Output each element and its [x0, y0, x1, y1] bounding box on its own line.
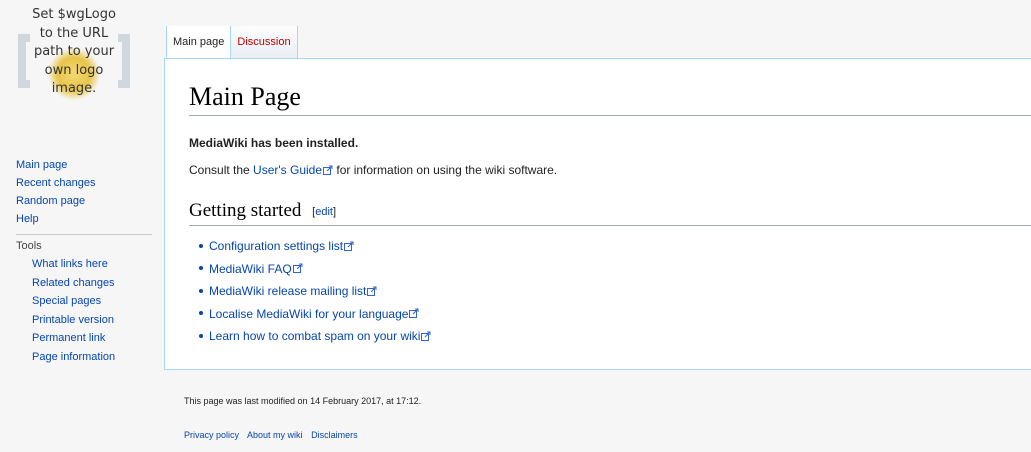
- link-label: Configuration settings list: [209, 239, 344, 253]
- external-link-icon: [323, 165, 333, 175]
- link-label: MediaWiki release mailing list: [209, 284, 367, 298]
- list-item: Localise MediaWiki for your language: [199, 303, 431, 326]
- last-modified-text: This page was last modified on 14 Februa…: [184, 396, 422, 406]
- tools-item-page-information[interactable]: Page information: [16, 348, 156, 367]
- external-link-icon: [421, 331, 431, 341]
- consult-paragraph: Consult the User's Guide for information…: [189, 163, 557, 177]
- users-guide-link[interactable]: User's Guide: [253, 163, 333, 177]
- external-link-icon: [409, 308, 419, 319]
- bullet-icon: [199, 266, 203, 271]
- external-link-icon: [292, 263, 303, 274]
- tab-discussion[interactable]: Discussion: [231, 26, 298, 58]
- list-item: Learn how to combat spam on your wiki: [199, 325, 431, 348]
- link-mediawiki-faq[interactable]: MediaWiki FAQ: [209, 262, 303, 276]
- section-heading: Getting started [edit]: [189, 199, 1031, 226]
- tools-item-related-changes[interactable]: Related changes: [16, 274, 156, 293]
- users-guide-link-label: User's Guide: [253, 163, 323, 177]
- link-label: MediaWiki FAQ: [209, 261, 292, 276]
- bullet-icon: [199, 243, 203, 248]
- edit-section-link[interactable]: edit: [315, 206, 333, 218]
- tools-item-special-pages[interactable]: Special pages: [16, 292, 156, 311]
- list-item: MediaWiki FAQ: [199, 258, 431, 281]
- external-link-icon: [344, 241, 354, 251]
- link-localise-mediawiki[interactable]: Localise MediaWiki for your language: [209, 307, 419, 321]
- sidebar-item-recent-changes[interactable]: Recent changes: [16, 174, 156, 192]
- content-area: Main Page MediaWiki has been installed. …: [164, 58, 1031, 370]
- link-release-mailing-list[interactable]: MediaWiki release mailing list: [209, 284, 377, 298]
- footer-link-disclaimers[interactable]: Disclaimers: [311, 430, 358, 440]
- link-configuration-settings[interactable]: Configuration settings list: [209, 239, 354, 253]
- logo-line: Set $wgLogo: [32, 7, 116, 22]
- link-label: Localise MediaWiki for your language: [209, 306, 409, 321]
- installed-message: MediaWiki has been installed.: [189, 136, 359, 150]
- sidebar-item-random-page[interactable]: Random page: [16, 192, 156, 210]
- tools-item-what-links-here[interactable]: What links here: [16, 255, 156, 274]
- sidebar-divider: [16, 234, 152, 235]
- logo-line: image.: [51, 81, 97, 96]
- edit-bracket-close: ]: [332, 205, 337, 218]
- tab-main-page[interactable]: Main page: [166, 26, 232, 58]
- section-heading-text: Getting started: [189, 200, 302, 221]
- bullet-icon: [199, 288, 203, 293]
- link-label: Learn how to combat spam on your wiki: [209, 329, 421, 343]
- edit-section: [edit]: [312, 206, 336, 218]
- tools-item-permanent-link[interactable]: Permanent link: [16, 329, 156, 348]
- bullet-icon: [199, 311, 203, 316]
- consult-text-before: Consult the: [189, 163, 254, 177]
- sidebar-item-help[interactable]: Help: [16, 210, 156, 228]
- logo-line: own logo: [44, 62, 104, 78]
- logo-line: path to your: [33, 44, 115, 59]
- bullet-icon: [199, 333, 203, 338]
- logo-line: to the URL: [39, 25, 109, 41]
- getting-started-list: Configuration settings list MediaWiki FA…: [199, 235, 431, 348]
- consult-text-after: for information on using the wiki softwa…: [333, 163, 558, 177]
- logo-placeholder-text: Set $wgLogo to the URL path to your own …: [8, 6, 140, 99]
- page-tabs: Main page Discussion: [166, 26, 298, 58]
- footer-links: Privacy policy About my wiki Disclaimers: [184, 430, 364, 440]
- link-combat-spam[interactable]: Learn how to combat spam on your wiki: [209, 329, 431, 343]
- sidebar: Main page Recent changes Random page Hel…: [16, 156, 156, 366]
- external-link-icon: [367, 286, 377, 296]
- footer: This page was last modified on 14 Februa…: [184, 396, 421, 406]
- site-logo[interactable]: Set $wgLogo to the URL path to your own …: [8, 6, 140, 126]
- list-item: MediaWiki release mailing list: [199, 280, 431, 303]
- footer-link-privacy-policy[interactable]: Privacy policy: [184, 430, 239, 440]
- footer-link-about[interactable]: About my wiki: [247, 430, 303, 440]
- sidebar-item-main-page[interactable]: Main page: [16, 156, 156, 174]
- page-title: Main Page: [189, 81, 1031, 116]
- tools-heading: Tools: [16, 240, 42, 252]
- list-item: Configuration settings list: [199, 235, 431, 258]
- tools-item-printable-version[interactable]: Printable version: [16, 311, 156, 330]
